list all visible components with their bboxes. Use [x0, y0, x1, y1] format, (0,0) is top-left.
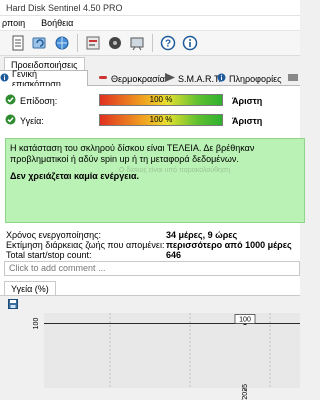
thermometer-icon	[98, 73, 108, 84]
health-bar: 100 %	[99, 114, 223, 126]
status-message: Η κατάσταση του σκληρού δίσκου είναι ΤΕΛ…	[10, 143, 255, 164]
toolbar-separator	[152, 34, 153, 52]
performance-row: Επίδοση: 100 % Άριστη	[0, 90, 300, 110]
health-value: 100 %	[149, 115, 173, 124]
performance-bar: 100 %	[99, 94, 223, 106]
title-bar: Hard Disk Sentinel 4.50 PRO	[0, 0, 300, 16]
document-icon[interactable]	[8, 33, 28, 53]
report-icon[interactable]	[83, 33, 103, 53]
health-row: Υγεία: 100 % Άριστη	[0, 110, 300, 130]
check-circle-icon	[5, 114, 16, 127]
power-on-row: Χρόνος ενεργοποίησης: 34 μέρες, 9 ώρες	[6, 230, 300, 240]
settings-icon[interactable]	[127, 33, 147, 53]
check-circle-icon	[5, 94, 16, 107]
startstop-label: Total start/stop count:	[6, 250, 92, 260]
svg-text:?: ?	[165, 39, 171, 50]
disk-info: Χρόνος ενεργοποίησης: 34 μέρες, 9 ώρες Ε…	[6, 230, 300, 260]
point-label: 100	[239, 317, 251, 324]
info-icon	[0, 73, 9, 84]
tab-health-chart-label: Υγεία (%)	[11, 283, 49, 294]
disk-icon	[288, 73, 298, 84]
power-on-value: 34 μέρες, 9 ώρες	[166, 230, 238, 240]
info-icon	[217, 73, 226, 84]
health-chart: 100 100 21/9/2025	[33, 313, 300, 400]
window-title: Hard Disk Sentinel 4.50 PRO	[6, 2, 123, 13]
overview-panel: Επίδοση: 100 % Άριστη Υγεία: 100 % Άριστ…	[0, 86, 305, 400]
tab-health-chart[interactable]: Υγεία (%)	[4, 281, 56, 295]
tab-temperature[interactable]: Θερμοκρασία	[95, 71, 168, 86]
toolbar: ?	[0, 30, 300, 56]
performance-label: Επίδοση:	[20, 96, 58, 106]
tab-more[interactable]	[285, 71, 301, 86]
tab-temperature-label: Θερμοκρασία	[111, 73, 165, 84]
health-verdict: Άριστη	[232, 116, 263, 126]
lifetime-value: περισσότερο από 1000 μέρες	[166, 240, 292, 250]
tab-information[interactable]: Πληροφορίες	[214, 71, 284, 86]
startstop-value: 646	[166, 250, 182, 260]
health-chart-panel: 100 100 21/9/2025	[0, 295, 300, 400]
main-tabs: Γενική επισκόπηση Θερμοκρασία S.M.A.R.T.…	[0, 69, 301, 89]
performance-value: 100 %	[149, 95, 173, 104]
help-icon[interactable]: ?	[158, 33, 178, 53]
info-icon[interactable]	[180, 33, 200, 53]
menu-item-help[interactable]: Βοήθεια	[41, 18, 73, 28]
comment-input[interactable]: Click to add comment ...	[4, 261, 300, 276]
power-on-label: Χρόνος ενεργοποίησης:	[6, 230, 101, 240]
refresh-icon[interactable]	[30, 33, 50, 53]
menu-item-settings[interactable]: ρποιη	[2, 18, 25, 28]
x-tick-label: 21/9/2025	[242, 384, 249, 400]
menu-bar: ρποιη Βοήθεια	[0, 16, 300, 30]
smart-icon	[165, 73, 175, 84]
startstop-row: Total start/stop count: 646	[6, 250, 300, 260]
y-tick-label: 100	[33, 318, 40, 330]
lifetime-label: Εκτίμηση διάρκειας ζωής που απομένει:	[6, 240, 165, 250]
health-label: Υγεία:	[20, 116, 44, 126]
app-window: Hard Disk Sentinel 4.50 PRO ρποιη Βοήθει…	[0, 0, 305, 400]
tab-overview[interactable]: Γενική επισκόπηση	[0, 69, 88, 89]
lifetime-row: Εκτίμηση διάρκειας ζωής που απομένει: πε…	[6, 240, 300, 250]
tab-information-label: Πληροφορίες	[229, 73, 282, 84]
disk-icon[interactable]	[105, 33, 125, 53]
status-ghost-text: Ο δίσκος είναι υπό παρακολούθηση	[119, 167, 231, 174]
globe-icon[interactable]	[52, 33, 72, 53]
status-message-box: Η κατάσταση του σκληρού δίσκου είναι ΤΕΛ…	[5, 138, 305, 223]
toolbar-separator	[77, 34, 78, 52]
performance-verdict: Άριστη	[232, 96, 263, 106]
